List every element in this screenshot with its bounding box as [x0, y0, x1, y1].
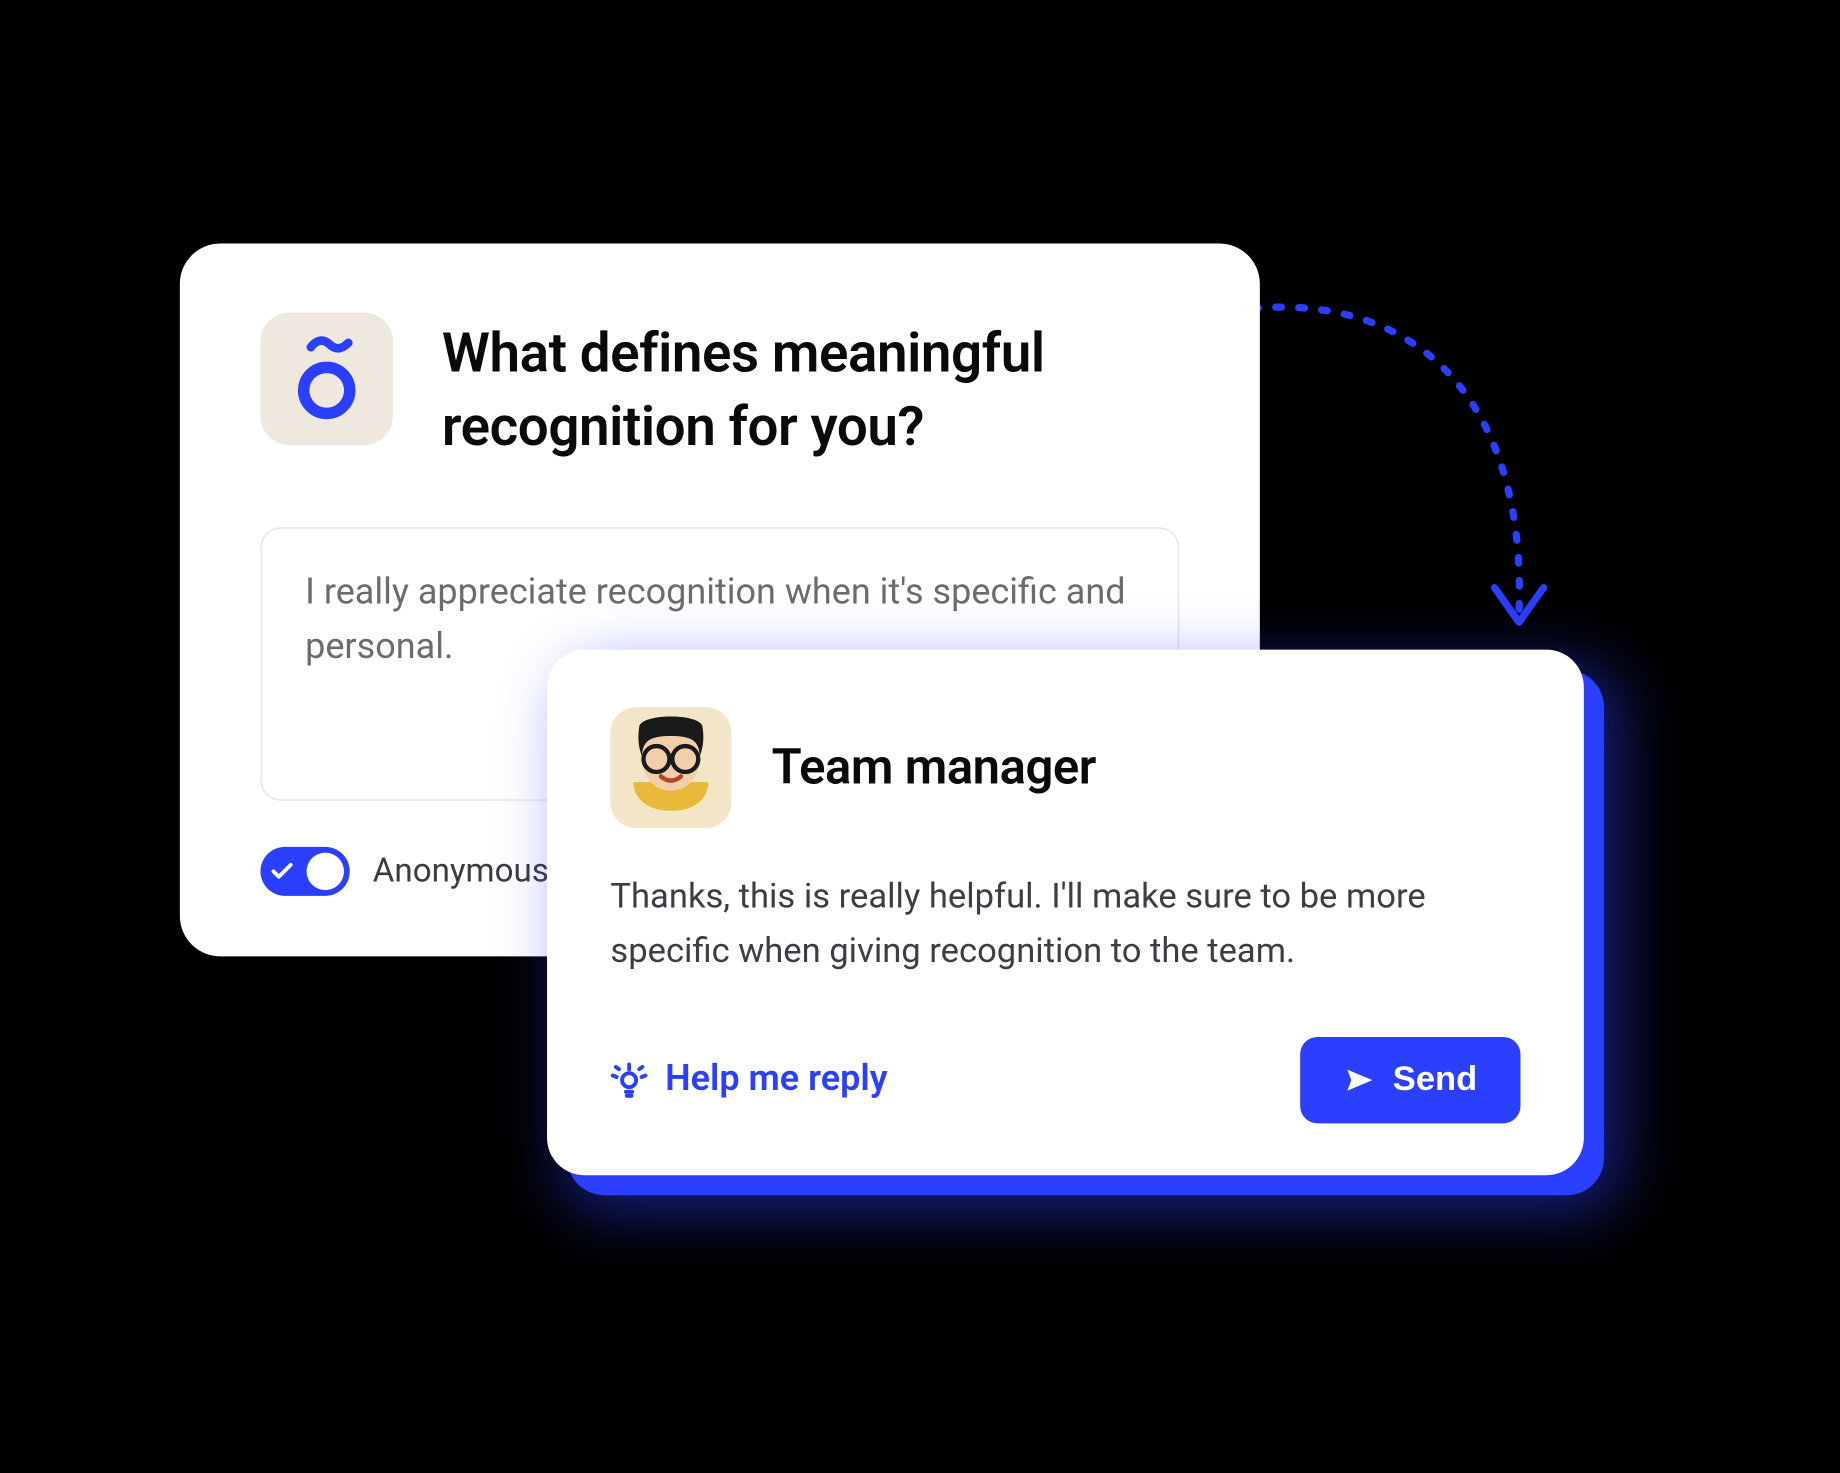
help-me-reply-link[interactable]: Help me reply [610, 1059, 887, 1101]
anonymous-label: Anonymous [373, 851, 549, 890]
check-icon [269, 858, 295, 884]
connector-arrow [1224, 280, 1627, 683]
send-button[interactable]: Send [1301, 1037, 1521, 1123]
brand-icon [260, 313, 392, 445]
help-me-reply-label: Help me reply [665, 1059, 887, 1101]
anonymous-toggle[interactable] [260, 846, 349, 895]
reply-role: Team manager [772, 739, 1096, 797]
send-icon [1344, 1064, 1376, 1096]
send-label: Send [1393, 1060, 1478, 1100]
lightbulb-icon [610, 1061, 647, 1098]
reply-body: Thanks, this is really helpful. I'll mak… [610, 868, 1520, 979]
question-title: What defines meaningful recognition for … [442, 313, 1179, 466]
avatar [610, 707, 731, 828]
reply-card: Team manager Thanks, this is really help… [547, 650, 1584, 1175]
